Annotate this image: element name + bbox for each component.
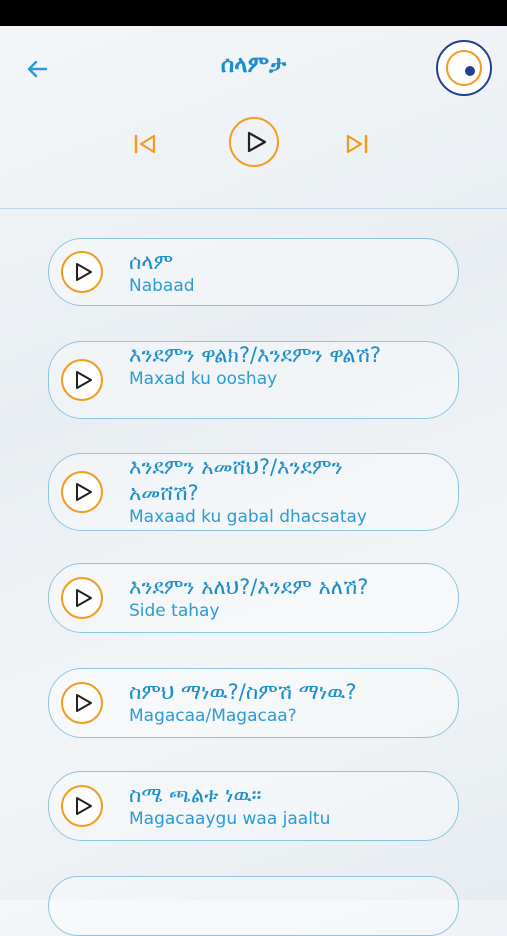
logo-emblem-icon [446,50,482,86]
phrase-item[interactable]: እንደምን አለህ?/እንደም አለሽ? Side tahay [48,563,459,633]
phrase-item[interactable]: ስምህ ማነዉ?/ስምሽ ማነዉ? Magacaa/Magacaa? [48,668,459,738]
skip-next-icon[interactable] [343,130,371,158]
play-icon [76,483,92,501]
play-button[interactable] [61,251,103,293]
translation: Magacaaygu waa jaaltu [129,809,331,829]
amharic-phrase: ሰላም [129,250,174,274]
amharic-phrase: እንደምን አለህ?/እንደም አለሽ? [129,575,369,599]
play-button[interactable] [61,682,103,724]
play-button[interactable] [61,359,103,401]
play-icon [76,797,92,815]
page-title: ሰላምታ [220,52,287,78]
play-button[interactable] [61,785,103,827]
play-button[interactable] [61,471,103,513]
play-icon [76,263,92,281]
phrase-item[interactable]: እንደምን ዋልክ?/እንደምን ዋልሽ? Maxad ku ooshay [48,341,459,419]
translation: Nabaad [129,276,195,296]
play-icon [76,589,92,607]
translation: Magacaa/Magacaa? [129,706,297,726]
play-icon [247,131,267,153]
translation: Maxaad ku gabal dhacsatay [129,507,367,527]
status-bar [0,0,507,26]
phrase-item[interactable]: እንደምን አመሸህ?/እንደምን አመሸሽ? Maxaad ku gabal … [48,453,459,531]
amharic-phrase: ስሜ ጫልቱ ነዉ። [129,783,262,807]
phrase-item[interactable]: ሰላም Nabaad [48,238,459,306]
play-button[interactable] [61,577,103,619]
amharic-phrase: እንደምን ዋልክ?/እንደምን ዋልሽ? [129,343,382,367]
amharic-phrase: ስምህ ማነዉ?/ስምሽ ማነዉ? [129,680,357,704]
logo [436,40,492,96]
translation: Side tahay [129,601,220,621]
play-icon [76,371,92,389]
skip-previous-icon[interactable] [131,130,159,158]
header: ሰላምታ [0,26,507,209]
amharic-phrase: እንደምን አመሸህ?/እንደምን አመሸሽ? [129,455,343,505]
phrase-item-partial[interactable] [48,876,459,936]
play-all-button[interactable] [229,117,279,167]
phrase-item[interactable]: ስሜ ጫልቱ ነዉ። Magacaaygu waa jaaltu [48,771,459,841]
play-icon [76,694,92,712]
logo-dot [465,66,475,76]
translation: Maxad ku ooshay [129,369,278,389]
